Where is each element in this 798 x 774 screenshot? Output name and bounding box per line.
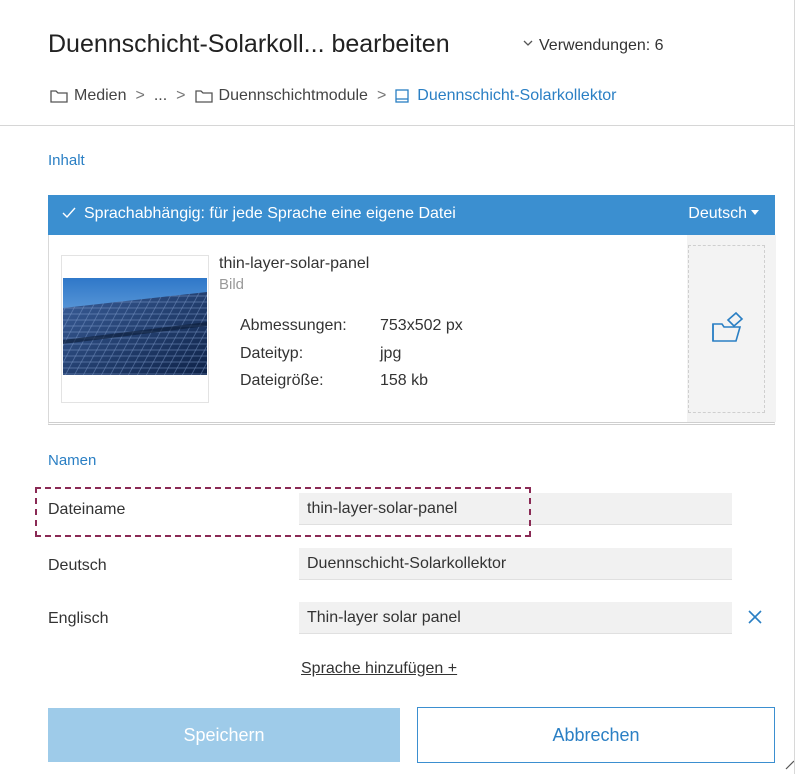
cancel-button[interactable]: Abbrechen [417,707,775,763]
breadcrumb-separator: > [135,87,145,104]
folder-upload-icon [712,311,744,342]
chevron-down-icon [523,40,533,46]
german-label: Deutsch [48,557,107,574]
breadcrumb-separator: > [176,87,186,104]
folder-icon [194,90,213,103]
file-card: thin-layer-solar-panel Bild Abmessungen:… [48,235,776,425]
breadcrumb-separator: > [376,87,387,104]
language-select[interactable]: Deutsch [688,205,759,223]
names-section-label: Namen [48,452,97,469]
german-name-field[interactable]: Duennschicht-Solarkollektor [299,548,732,580]
breadcrumb-item-current: Duennschicht-Solarkollektor [395,87,616,105]
filename-highlight [35,487,531,537]
breadcrumb: Medien > ... > Duennschichtmodule > Duen… [50,87,616,105]
page-title: Duennschicht-Solarkoll... bearbeiten [48,30,450,58]
replace-file-dropzone[interactable] [688,245,765,413]
edit-media-dialog: Duennschicht-Solarkoll... bearbeiten Ver… [0,0,795,774]
language-dependency-text: Sprachabhängig: für jede Sprache eine ei… [84,205,456,222]
solar-panel-picture [63,278,207,375]
content-section-label: Inhalt [48,152,85,169]
english-name-field[interactable]: Thin-layer solar panel [299,602,732,634]
dialog-right-border [794,0,795,774]
image-file-icon [395,89,409,103]
solar-panel-image [63,278,207,375]
usages-label: Verwendungen: 6 [539,37,664,54]
meta-value-filesize: 158 kb [380,372,429,389]
folder-icon [50,90,68,103]
remove-language-close-icon[interactable] [747,609,763,625]
english-label: Englisch [48,610,109,627]
image-thumbnail[interactable] [61,255,209,403]
meta-value-dimensions: 753x502 px [380,317,463,334]
file-name: thin-layer-solar-panel [219,255,370,272]
meta-label-dimensions: Abmessungen: [240,317,347,334]
language-dependency-bar: Sprachabhängig: für jede Sprache eine ei… [48,195,775,235]
dialog-header: Duennschicht-Solarkoll... bearbeiten Ver… [0,0,794,126]
breadcrumb-item-duennschichtmodule[interactable]: Duennschichtmodule [194,87,368,105]
save-button[interactable]: Speichern [48,708,400,762]
meta-label-filetype: Dateityp: [240,345,304,362]
breadcrumb-item-ellipsis[interactable]: ... [154,87,167,105]
meta-label-filesize: Dateigröße: [240,372,324,389]
checkmark-icon [62,207,76,219]
caret-down-icon [751,210,759,215]
meta-value-filetype: jpg [380,345,402,362]
usages-toggle[interactable]: Verwendungen: 6 [523,37,664,55]
add-language-link[interactable]: Sprache hinzufügen + [301,660,457,678]
file-kind: Bild [219,276,245,293]
breadcrumb-item-media[interactable]: Medien [50,87,126,105]
